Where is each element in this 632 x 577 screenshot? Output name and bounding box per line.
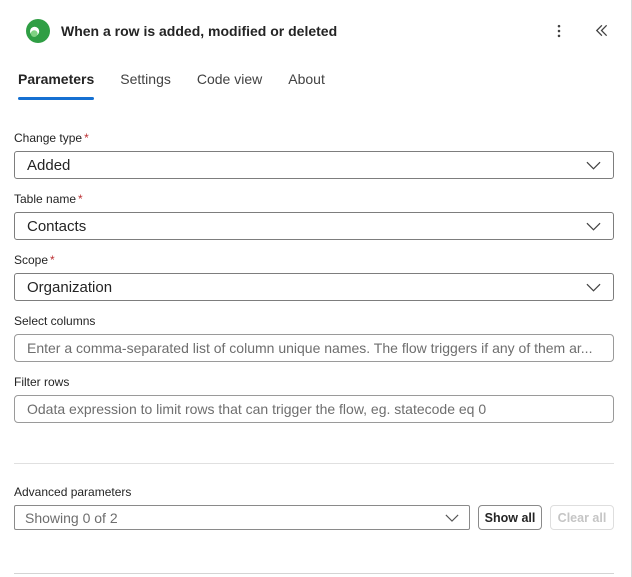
chevron-down-icon	[586, 222, 601, 231]
dropdown-value: Organization	[27, 278, 113, 296]
bottom-divider	[14, 573, 614, 574]
tab-about[interactable]: About	[288, 71, 325, 100]
chevron-down-icon	[586, 161, 601, 170]
required-asterisk: *	[78, 192, 83, 206]
field-select-columns: Select columns	[14, 314, 614, 362]
label-text: Filter rows	[14, 375, 70, 389]
field-change-type: Change type * Added	[14, 131, 614, 179]
panel-title: When a row is added, modified or deleted	[61, 22, 338, 39]
tab-code-view[interactable]: Code view	[197, 71, 262, 100]
label-text: Scope	[14, 253, 49, 267]
header-actions	[545, 17, 615, 45]
advanced-parameters-dropdown[interactable]: Showing 0 of 2	[14, 505, 470, 530]
filter-rows-input[interactable]	[14, 395, 614, 423]
trigger-config-panel: When a row is added, modified or deleted…	[0, 0, 632, 577]
table-name-dropdown[interactable]: Contacts	[14, 212, 614, 240]
change-type-dropdown[interactable]: Added	[14, 151, 614, 179]
required-asterisk: *	[84, 131, 89, 145]
dropdown-value: Added	[27, 156, 71, 174]
tab-parameters[interactable]: Parameters	[18, 71, 95, 100]
tab-settings[interactable]: Settings	[120, 71, 171, 100]
field-label: Table name *	[14, 192, 614, 206]
show-all-button[interactable]: Show all	[478, 505, 542, 530]
field-scope: Scope * Organization	[14, 253, 614, 301]
field-label: Scope *	[14, 253, 614, 267]
chevron-down-icon	[445, 514, 459, 522]
more-menu-icon[interactable]	[545, 17, 573, 45]
tab-bar: Parameters Settings Code view About	[0, 71, 631, 100]
section-divider	[14, 463, 614, 464]
advanced-parameters-section: Advanced parameters Showing 0 of 2 Show …	[14, 485, 614, 530]
field-table-name: Table name * Contacts	[14, 192, 614, 240]
scope-dropdown[interactable]: Organization	[14, 273, 614, 301]
label-text: Select columns	[14, 314, 96, 328]
advanced-parameters-row: Showing 0 of 2 Show all Clear all	[14, 505, 614, 530]
label-text: Change type	[14, 131, 83, 145]
panel-header: When a row is added, modified or deleted	[0, 0, 631, 44]
field-label: Filter rows	[14, 375, 614, 389]
required-asterisk: *	[50, 253, 55, 267]
field-label: Change type *	[14, 131, 614, 145]
dataverse-icon	[26, 18, 50, 43]
advanced-parameters-label: Advanced parameters	[14, 485, 132, 499]
select-columns-input[interactable]	[14, 334, 614, 362]
label-text: Table name	[14, 192, 77, 206]
chevron-down-icon	[586, 283, 601, 292]
field-filter-rows: Filter rows	[14, 375, 614, 423]
collapse-double-chevron-left-icon[interactable]	[587, 17, 615, 45]
dropdown-value: Showing 0 of 2	[25, 509, 118, 526]
field-label: Select columns	[14, 314, 614, 328]
parameters-form: Change type * Added Table name * Contacts …	[14, 131, 614, 530]
clear-all-button[interactable]: Clear all	[550, 505, 614, 530]
dropdown-value: Contacts	[27, 217, 87, 235]
